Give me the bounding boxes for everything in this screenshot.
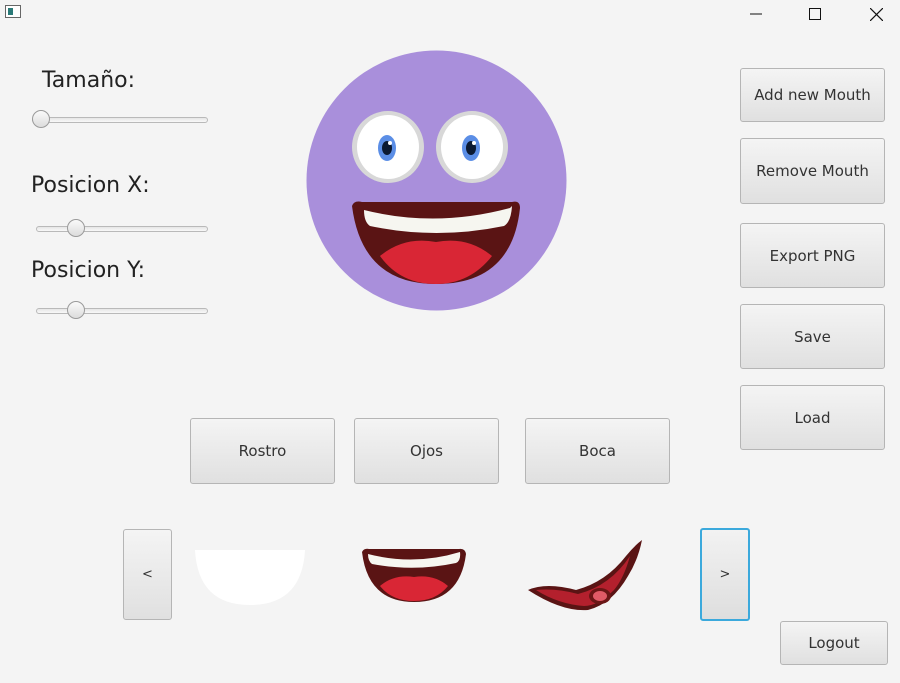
face-preview — [306, 50, 567, 311]
add-mouth-button[interactable]: Add new Mouth — [740, 68, 885, 122]
slider-thumb[interactable] — [66, 301, 85, 319]
slider-track — [36, 226, 208, 232]
left-eye — [352, 111, 424, 183]
slider-thumb[interactable] — [66, 219, 85, 237]
slider-track — [32, 117, 208, 123]
logout-button[interactable]: Logout — [780, 621, 888, 665]
maximize-icon[interactable] — [792, 0, 838, 28]
load-button[interactable]: Load — [740, 385, 885, 450]
remove-mouth-button[interactable]: Remove Mouth — [740, 138, 885, 204]
app-window-icon — [5, 5, 21, 18]
export-png-button[interactable]: Export PNG — [740, 223, 885, 288]
slider-thumb[interactable] — [32, 110, 50, 128]
position-y-slider[interactable] — [36, 301, 208, 321]
previous-button[interactable]: < — [123, 529, 172, 620]
mouth-option-laughing[interactable] — [360, 546, 468, 604]
right-eye — [436, 111, 508, 183]
size-label: Tamaño: — [42, 68, 136, 93]
size-slider[interactable] — [32, 110, 208, 130]
minimize-icon[interactable] — [733, 0, 779, 28]
title-bar — [0, 0, 900, 28]
position-x-slider[interactable] — [36, 219, 208, 239]
position-y-label: Posicion Y: — [31, 258, 146, 283]
position-x-label: Posicion X: — [31, 173, 150, 198]
ojos-button[interactable]: Ojos — [354, 418, 499, 484]
close-icon[interactable] — [853, 0, 899, 28]
slider-track — [36, 308, 208, 314]
mouth-option-white-half[interactable] — [194, 549, 306, 607]
next-button[interactable]: > — [700, 528, 750, 621]
rostro-button[interactable]: Rostro — [190, 418, 335, 484]
mouth-option-dark-red-grin[interactable] — [526, 538, 646, 612]
boca-button[interactable]: Boca — [525, 418, 670, 484]
save-button[interactable]: Save — [740, 304, 885, 369]
